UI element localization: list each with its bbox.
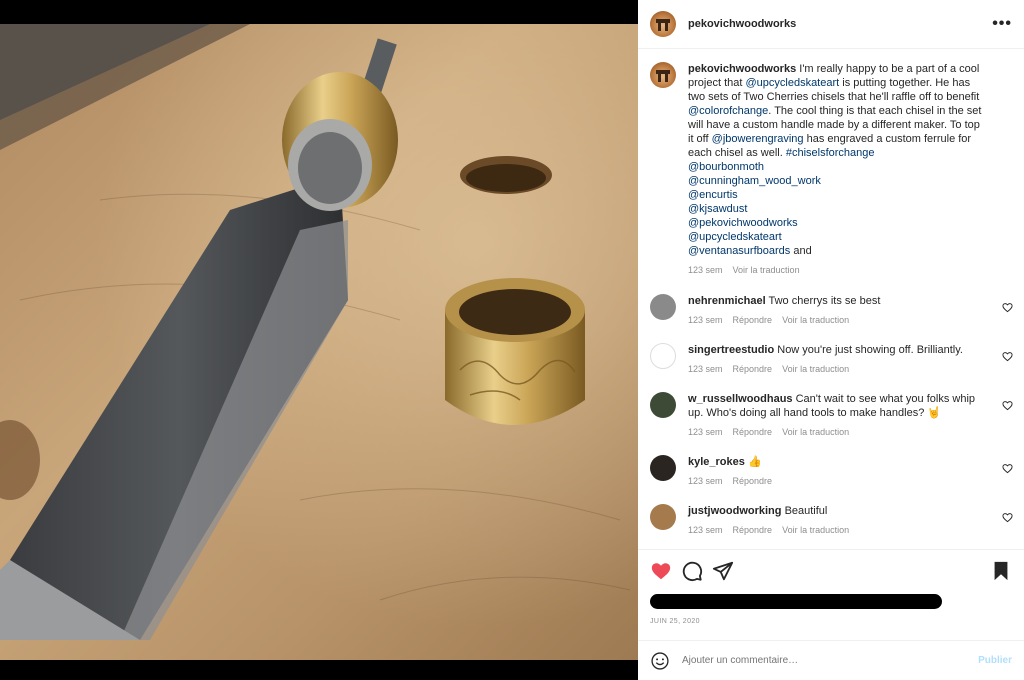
comment-meta: 123 sem Répondre Voir la traduction bbox=[688, 523, 988, 537]
commenter-avatar[interactable] bbox=[650, 455, 676, 481]
heart-outline-icon[interactable] bbox=[1002, 512, 1013, 523]
comment-time[interactable]: 123 sem bbox=[688, 523, 723, 537]
caption-mention[interactable]: @cunningham_wood_work bbox=[688, 175, 821, 187]
heart-filled-icon[interactable] bbox=[650, 560, 672, 582]
reply-button[interactable]: Répondre bbox=[733, 313, 773, 327]
comment-text-block: nehrenmichael Two cherrys its se best bbox=[688, 294, 988, 308]
post-photo[interactable] bbox=[0, 0, 638, 680]
commenter-username[interactable]: justjwoodworking bbox=[688, 505, 782, 517]
instagram-post-modal: pekovichwoodworks ••• pekovichwoodworks … bbox=[0, 0, 1024, 680]
reply-button[interactable]: Répondre bbox=[733, 474, 773, 488]
paper-plane-icon[interactable] bbox=[712, 560, 734, 582]
reply-button[interactable]: Répondre bbox=[733, 362, 773, 376]
comment-bubble-icon[interactable] bbox=[681, 560, 703, 582]
caption-username[interactable]: pekovichwoodworks bbox=[688, 63, 796, 75]
smiley-icon[interactable] bbox=[650, 651, 670, 671]
commenter-username[interactable]: nehrenmichael bbox=[688, 295, 766, 307]
comments-list[interactable]: pekovichwoodworks I'm really happy to be… bbox=[638, 49, 1024, 549]
author-avatar[interactable] bbox=[650, 11, 676, 37]
comment-composer: Publier bbox=[638, 640, 1024, 680]
comment-item: justjwoodworking Beautiful 123 sem Répondr… bbox=[638, 504, 1024, 537]
heart-outline-icon[interactable] bbox=[1002, 302, 1013, 313]
translate-link[interactable]: Voir la traduction bbox=[782, 313, 849, 327]
comment-text: Beautiful bbox=[784, 505, 828, 517]
caption-avatar[interactable] bbox=[650, 62, 676, 88]
comment-input[interactable] bbox=[682, 655, 979, 666]
heart-outline-icon[interactable] bbox=[1002, 400, 1013, 411]
post-comment-button[interactable]: Publier bbox=[978, 655, 1012, 666]
comment-meta: 123 sem Répondre bbox=[688, 474, 988, 488]
caption-link[interactable]: @colorofchange bbox=[688, 105, 768, 117]
caption-text: pekovichwoodworks I'm really happy to be… bbox=[688, 62, 988, 258]
comment-item: kyle_rokes 👍 123 sem Répondre bbox=[638, 455, 1024, 488]
action-bar bbox=[638, 549, 1024, 591]
caption-mention[interactable]: @ventanasurfboards bbox=[688, 245, 790, 257]
commenter-avatar[interactable] bbox=[650, 392, 676, 418]
translate-link[interactable]: Voir la traduction bbox=[782, 523, 849, 537]
post-side-panel: pekovichwoodworks ••• pekovichwoodworks … bbox=[638, 0, 1024, 680]
likes-redacted bbox=[650, 594, 942, 609]
comment-item: nehrenmichael Two cherrys its se best 123… bbox=[638, 294, 1024, 327]
comment-item: w_russellwoodhaus Can't wait to see what… bbox=[638, 392, 1024, 439]
comment-meta: 123 sem Répondre Voir la traduction bbox=[688, 362, 988, 376]
caption-and: and bbox=[790, 245, 812, 257]
caption: pekovichwoodworks I'm really happy to be… bbox=[638, 49, 1024, 277]
comment-time[interactable]: 123 sem bbox=[688, 474, 723, 488]
caption-meta: 123 sem Voir la traduction bbox=[688, 263, 988, 277]
reply-button[interactable]: Répondre bbox=[733, 523, 773, 537]
comment-meta: 123 sem Répondre Voir la traduction bbox=[688, 313, 988, 327]
commenter-username[interactable]: w_russellwoodhaus bbox=[688, 393, 793, 405]
caption-link[interactable]: @upcycledskateart bbox=[745, 77, 839, 89]
comment-time[interactable]: 123 sem bbox=[688, 362, 723, 376]
reply-button[interactable]: Répondre bbox=[733, 425, 773, 439]
post-date[interactable]: JUIN 25, 2020 bbox=[650, 618, 700, 625]
comment-time[interactable]: 123 sem bbox=[688, 425, 723, 439]
heart-outline-icon[interactable] bbox=[1002, 463, 1013, 474]
commenter-avatar[interactable] bbox=[650, 504, 676, 530]
caption-time[interactable]: 123 sem bbox=[688, 263, 723, 277]
author-username[interactable]: pekovichwoodworks bbox=[688, 18, 796, 30]
chisel-photo-illustration bbox=[0, 0, 638, 680]
post-header: pekovichwoodworks ••• bbox=[638, 0, 1024, 49]
caption-mention[interactable]: @upcycledskateart bbox=[688, 231, 782, 243]
comment-text-block: w_russellwoodhaus Can't wait to see what… bbox=[688, 392, 988, 420]
comment-text-block: kyle_rokes 👍 bbox=[688, 455, 988, 469]
commenter-username[interactable]: singertreestudio bbox=[688, 344, 774, 356]
caption-link[interactable]: #chiselsforchange bbox=[786, 147, 875, 159]
caption-translate-link[interactable]: Voir la traduction bbox=[733, 263, 800, 277]
caption-mention[interactable]: @bourbonmoth bbox=[688, 161, 764, 173]
caption-link[interactable]: @jbowerengraving bbox=[712, 133, 804, 145]
heart-outline-icon[interactable] bbox=[1002, 351, 1013, 362]
more-options-icon[interactable]: ••• bbox=[992, 15, 1012, 33]
caption-mention[interactable]: @encurtis bbox=[688, 189, 738, 201]
comment-time[interactable]: 123 sem bbox=[688, 313, 723, 327]
comment-text-block: justjwoodworking Beautiful bbox=[688, 504, 988, 518]
comment-text: Now you're just showing off. Brilliantly… bbox=[777, 344, 963, 356]
comment-text: Two cherrys its se best bbox=[768, 295, 881, 307]
commenter-avatar[interactable] bbox=[650, 343, 676, 369]
comment-text: 👍 bbox=[747, 456, 762, 468]
caption-mention[interactable]: @kjsawdust bbox=[688, 203, 747, 215]
caption-mention[interactable]: @pekovichwoodworks bbox=[688, 217, 798, 229]
comment-meta: 123 sem Répondre Voir la traduction bbox=[688, 425, 988, 439]
bookmark-filled-icon[interactable] bbox=[990, 560, 1012, 582]
commenter-avatar[interactable] bbox=[650, 294, 676, 320]
comment-text-block: singertreestudio Now you're just showing… bbox=[688, 343, 988, 357]
translate-link[interactable]: Voir la traduction bbox=[782, 362, 849, 376]
comment-item: singertreestudio Now you're just showing… bbox=[638, 343, 1024, 376]
translate-link[interactable]: Voir la traduction bbox=[782, 425, 849, 439]
commenter-username[interactable]: kyle_rokes bbox=[688, 456, 745, 468]
